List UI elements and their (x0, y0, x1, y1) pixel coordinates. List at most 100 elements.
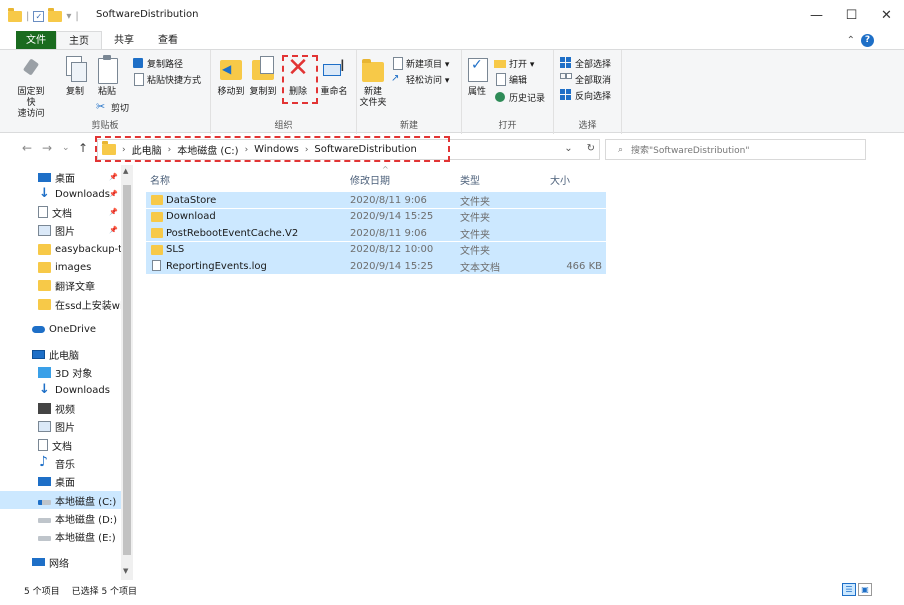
breadcrumb-softwaredistribution[interactable]: SoftwareDistribution (314, 144, 416, 155)
sidebar-item[interactable]: 本地磁盘 (E:) (0, 527, 121, 545)
edit-icon (494, 73, 506, 86)
properties-button[interactable]: 属性 (464, 54, 490, 98)
sidebar-item-label: Downloads (55, 188, 110, 200)
file-row[interactable]: Download 2020/9/14 15:25 文件夹 (146, 208, 606, 225)
properties-check-icon[interactable]: ✓ (33, 10, 45, 22)
select-group: 全部选择 全部取消 反向选择 选择 (554, 50, 622, 134)
easy-access-button[interactable]: ↗ 轻松访问 ▾ (391, 72, 449, 86)
history-button[interactable]: 历史记录 (494, 90, 545, 104)
back-arrow-icon[interactable]: ← (22, 141, 32, 155)
sidebar-item[interactable]: 翻译文章 (0, 276, 121, 294)
text-file-icon (152, 260, 161, 271)
search-box[interactable]: ⌕ 搜索"SoftwareDistribution" (605, 139, 866, 160)
move-to-button[interactable]: 移动到 (215, 54, 247, 98)
sidebar-item[interactable]: Downloads (0, 381, 121, 399)
address-bar[interactable]: › 此电脑 › 本地磁盘 (C:) › Windows › SoftwareDi… (97, 139, 600, 160)
select-none-button[interactable]: 全部取消 (560, 72, 611, 86)
folder-icon (151, 211, 163, 222)
tab-share[interactable]: 共享 (102, 31, 146, 50)
column-date[interactable]: 修改日期 (350, 172, 390, 187)
ribbon-tabs: 文件 主页 共享 查看 ⌃ ? (0, 30, 904, 50)
close-button[interactable]: ✕ (869, 0, 904, 30)
sidebar-item[interactable]: 在ssd上安装win (0, 295, 121, 313)
sidebar-item[interactable]: 3D 对象 (0, 363, 121, 381)
tab-home[interactable]: 主页 (56, 31, 102, 50)
recent-locations-icon[interactable]: ⌄ (62, 143, 70, 153)
sidebar-item[interactable]: 桌面 📌 (0, 168, 121, 186)
file-row[interactable]: PostRebootEventCache.V2 2020/8/11 9:06 文件夹 (146, 225, 606, 241)
invert-selection-button[interactable]: 反向选择 (560, 88, 611, 102)
maximize-button[interactable]: ☐ (834, 0, 869, 30)
file-row[interactable]: DataStore 2020/8/11 9:06 文件夹 (146, 192, 606, 208)
copy-path-button[interactable]: 复制路径 (132, 56, 183, 70)
scroll-down-icon[interactable]: ▼ (123, 567, 128, 575)
folder-icon (102, 141, 116, 155)
paste-shortcut-button[interactable]: 粘贴快捷方式 (132, 72, 201, 86)
item-count: 5 个项目 (24, 587, 60, 597)
sidebar-item-label: 视频 (55, 404, 75, 416)
help-icon[interactable]: ? (861, 34, 874, 47)
cut-button[interactable]: ✂ 剪切 (96, 100, 129, 114)
edit-button[interactable]: 编辑 (494, 72, 527, 86)
up-arrow-icon[interactable]: ↑ (78, 141, 88, 155)
scroll-up-icon[interactable]: ▲ (123, 167, 128, 175)
file-row[interactable]: SLS 2020/8/12 10:00 文件夹 (146, 241, 606, 258)
file-type: 文件夹 (460, 196, 490, 208)
sidebar-item[interactable]: 网络 (0, 553, 121, 571)
sidebar-item-label: 本地磁盘 (E:) (55, 532, 116, 544)
sidebar-item[interactable]: images (0, 258, 121, 276)
sidebar-item[interactable]: OneDrive (0, 320, 121, 338)
file-row[interactable]: ReportingEvents.log 2020/9/14 15:25 文本文档 46… (146, 258, 606, 274)
sidebar-item[interactable]: 视频 (0, 399, 121, 417)
large-icons-view-icon[interactable]: ▣ (858, 583, 872, 596)
column-size[interactable]: 大小 (550, 172, 570, 187)
forward-arrow-icon[interactable]: → (42, 141, 52, 155)
copy-button[interactable]: 复制 (62, 54, 88, 98)
new-folder-icon (360, 54, 386, 84)
new-item-button[interactable]: 新建项目 ▾ (391, 56, 449, 70)
folder-icon (38, 243, 51, 255)
sidebar-item[interactable]: 本地磁盘 (D:) (0, 509, 121, 527)
breadcrumb-drive-c[interactable]: 本地磁盘 (C:) (177, 142, 238, 157)
copy-to-button[interactable]: 复制到 (247, 54, 279, 98)
tab-view[interactable]: 查看 (146, 31, 190, 50)
column-type[interactable]: 类型 (460, 172, 480, 187)
delete-button[interactable]: ✕ 删除 (285, 54, 311, 98)
address-dropdown-icon[interactable]: ⌄ (564, 143, 572, 154)
sidebar-item[interactable]: 桌面 (0, 472, 121, 490)
sidebar-item[interactable]: 音乐 (0, 454, 121, 472)
collapse-ribbon-icon[interactable]: ⌃ (847, 35, 855, 46)
pin-quick-access-button[interactable]: 固定到快 速访问 (16, 54, 46, 120)
column-name[interactable]: 名称 (150, 172, 170, 187)
sidebar-scrollbar[interactable]: ▲ ▼ (121, 165, 133, 580)
rename-button[interactable]: 重命名 (317, 54, 351, 98)
search-input[interactable]: 搜索"SoftwareDistribution" (631, 143, 749, 156)
sidebar-item[interactable]: 本地磁盘 (C:) (0, 491, 121, 509)
breadcrumb-this-pc[interactable]: 此电脑 (132, 142, 162, 157)
sidebar-item[interactable]: 文档 📌 (0, 203, 121, 221)
sidebar-item[interactable]: easybackup-tu (0, 240, 121, 258)
sidebar-item[interactable]: Downloads📌 (0, 185, 121, 203)
open-button[interactable]: 打开 ▾ (494, 56, 534, 70)
breadcrumb-windows[interactable]: Windows (254, 144, 299, 155)
new-folder-button[interactable]: 新建 文件夹 (359, 54, 387, 109)
sidebar-item-label: 在ssd上安装win (55, 300, 121, 312)
qat-dropdown-icon[interactable]: ▾ (66, 11, 71, 22)
video-icon (38, 402, 51, 414)
paste-button[interactable]: 粘贴 (94, 54, 120, 98)
desktop-icon (38, 173, 51, 182)
select-all-button[interactable]: 全部选择 (560, 56, 611, 70)
sidebar-item[interactable]: 此电脑 (0, 345, 121, 363)
sidebar-scroll-thumb[interactable] (123, 185, 131, 555)
tab-file[interactable]: 文件 (16, 31, 56, 50)
sidebar-item[interactable]: 图片 📌 (0, 221, 121, 239)
minimize-button[interactable]: — (799, 0, 834, 30)
sidebar-item-label: images (55, 261, 92, 273)
new-folder-qat-icon[interactable] (48, 7, 63, 22)
easy-access-icon: ↗ (391, 73, 400, 84)
sidebar-item[interactable]: 文档 (0, 436, 121, 454)
details-view-icon[interactable]: ☰ (842, 583, 856, 596)
refresh-icon[interactable]: ↻ (587, 143, 595, 154)
sidebar-item[interactable]: 图片 (0, 417, 121, 435)
file-type: 文本文档 (460, 262, 500, 274)
